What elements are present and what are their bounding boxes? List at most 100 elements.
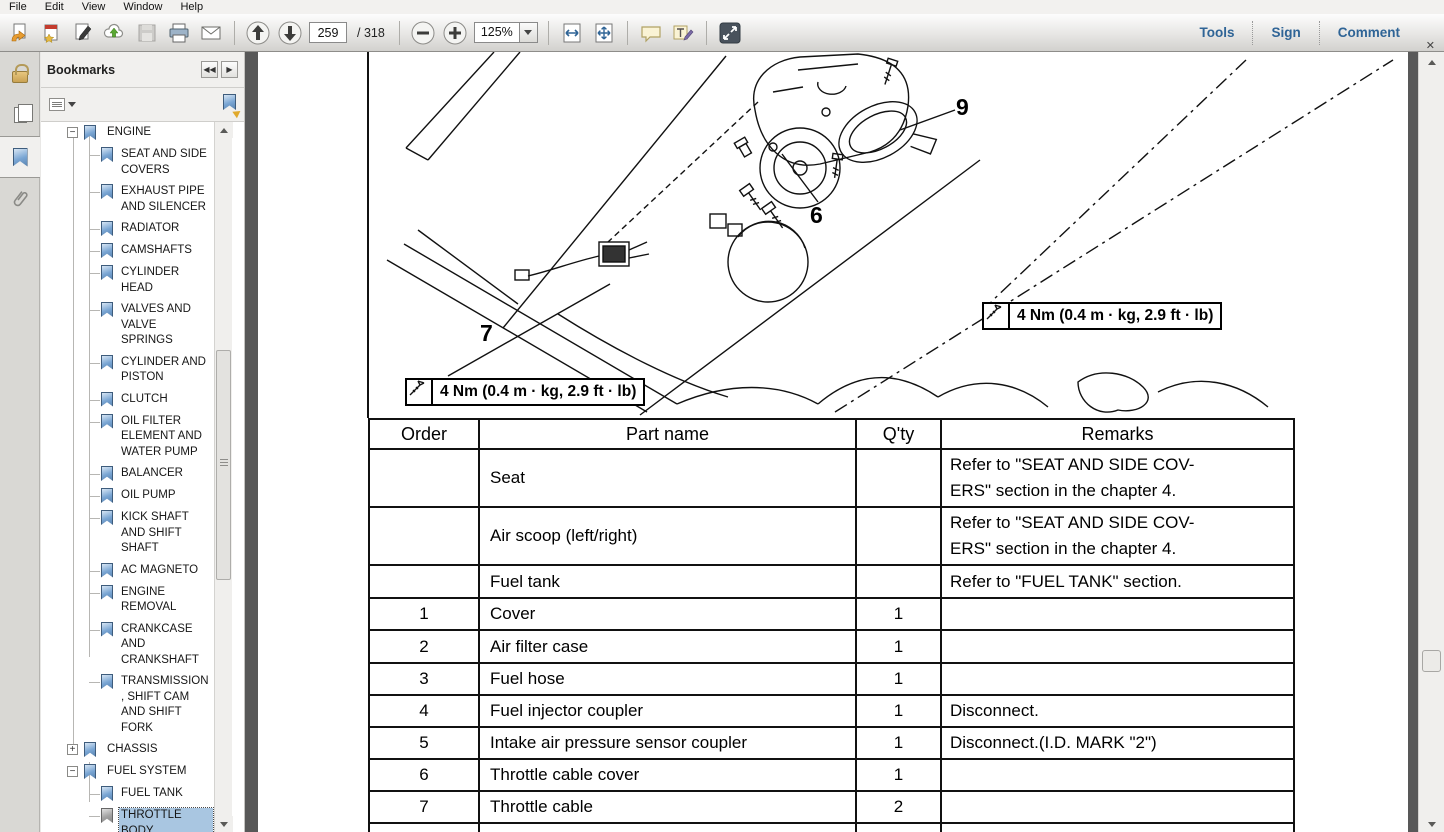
create-pdf-icon[interactable] (38, 20, 64, 46)
bookmarks-tree: ENGINE SEAT AND SIDE COVERS EXHAUST PIPE… (41, 122, 245, 832)
bookmark-icon (101, 510, 113, 525)
table-row: 1 Cover 1 (369, 598, 1294, 630)
bookmarks-panel-title: Bookmarks (47, 63, 115, 77)
bookmark-icon (84, 764, 96, 779)
table-row: 7 Throttle cable 2 (369, 791, 1294, 823)
bookmark-item[interactable]: VALVES AND VALVE SPRINGS (41, 302, 213, 349)
bookmark-icon (84, 125, 96, 140)
menu-help[interactable]: Help (171, 1, 212, 13)
panel-scrollbar[interactable] (214, 122, 232, 832)
close-icon[interactable]: ✕ (1426, 41, 1435, 51)
bookmark-item[interactable]: BALANCER (41, 466, 213, 482)
bookmark-icon (101, 147, 113, 162)
previous-page-icon[interactable] (245, 20, 271, 46)
scroll-down-icon[interactable] (215, 816, 233, 832)
bookmark-icon (101, 563, 113, 578)
bookmark-icon (101, 466, 113, 481)
bookmark-item[interactable]: EXHAUST PIPE AND SILENCER (41, 184, 213, 215)
scroll-up-icon[interactable] (1419, 54, 1444, 70)
fit-page-icon[interactable] (591, 20, 617, 46)
upload-cloud-icon[interactable] (102, 20, 128, 46)
print-icon[interactable] (166, 20, 192, 46)
bookmark-item-fuel-system[interactable]: FUEL SYSTEM (41, 764, 213, 780)
fullscreen-icon[interactable] (717, 20, 743, 46)
attachments-icon[interactable] (0, 178, 40, 220)
page-thumbnails-icon[interactable] (0, 94, 40, 136)
lock-icon[interactable] (0, 52, 40, 94)
zoom-level-value[interactable]: 125% (474, 22, 520, 43)
bookmarks-tab-icon[interactable] (0, 136, 40, 178)
bookmark-item[interactable]: CAMSHAFTS (41, 243, 213, 259)
bookmark-item[interactable]: CYLINDER AND PISTON (41, 355, 213, 386)
bookmark-item-fuel-tank[interactable]: FUEL TANK (41, 786, 213, 802)
bookmark-item[interactable]: OIL FILTER ELEMENT AND WATER PUMP (41, 414, 213, 461)
table-row: Seat Refer to "SEAT AND SIDE COV-ERS" se… (369, 449, 1294, 507)
save-icon[interactable] (134, 20, 160, 46)
exploded-view-diagram: 9 6 7 4 Nm (0.4 m · kg, 2.9 ft · lb) 4 N… (258, 52, 1408, 418)
bookmark-item[interactable]: CRANKCASE AND CRANKSHAFT (41, 622, 213, 669)
goto-current-bookmark-icon[interactable] (223, 94, 236, 115)
sign-page-icon[interactable] (70, 20, 96, 46)
bookmark-icon (101, 674, 113, 689)
collapse-expander-icon[interactable] (67, 127, 78, 138)
canvas-edge (1408, 52, 1418, 832)
table-row: 6 Throttle cable cover 1 (369, 759, 1294, 791)
bookmark-icon (101, 414, 113, 429)
table-row: 2 Air filter case 1 (369, 630, 1294, 663)
diagram-line-art (258, 52, 1408, 418)
bookmark-item[interactable]: TRANSMISSION , SHIFT CAM AND SHIFT FORK (41, 674, 213, 736)
bookmark-item[interactable]: AC MAGNETO (41, 563, 213, 579)
wrench-icon (407, 380, 433, 404)
bookmark-item-engine[interactable]: ENGINE (41, 125, 213, 141)
zoom-out-icon[interactable] (410, 20, 436, 46)
bookmark-item[interactable]: CLUTCH (41, 392, 213, 408)
comment-link[interactable]: Comment (1320, 25, 1418, 40)
bookmark-item-throttle-body[interactable]: THROTTLE BODY (41, 808, 213, 832)
bookmark-icon (101, 221, 113, 236)
table-row: 3 Fuel hose 1 (369, 663, 1294, 695)
column-header-remarks: Remarks (941, 419, 1294, 449)
bookmark-item[interactable]: ENGINE REMOVAL (41, 585, 213, 616)
comment-bubble-icon[interactable] (638, 20, 664, 46)
page-number-input[interactable] (309, 22, 347, 43)
bookmark-item[interactable]: KICK SHAFT AND SHIFT SHAFT (41, 510, 213, 557)
bookmark-icon (101, 392, 113, 407)
bookmark-item[interactable]: CYLINDER HEAD (41, 265, 213, 296)
menu-file[interactable]: File (0, 1, 36, 13)
bookmark-icon (101, 355, 113, 370)
bookmark-item[interactable]: SEAT AND SIDE COVERS (41, 147, 213, 178)
column-header-qty: Q'ty (856, 419, 941, 449)
document-scrollbar-thumb[interactable] (1422, 650, 1441, 672)
zoom-dropdown-icon[interactable] (520, 22, 538, 43)
torque-spec-box: 4 Nm (0.4 m · kg, 2.9 ft · lb) (405, 378, 645, 406)
zoom-in-icon[interactable] (442, 20, 468, 46)
email-icon[interactable] (198, 20, 224, 46)
callout-6: 6 (810, 202, 823, 229)
table-header-row: Order Part name Q'ty Remarks (369, 419, 1294, 449)
tools-link[interactable]: Tools (1181, 25, 1252, 40)
main-toolbar: / 318 125% (0, 14, 1444, 52)
adobe-reader-window: File Edit View Window Help (0, 0, 1444, 832)
menu-window[interactable]: Window (114, 1, 171, 13)
collapse-expander-icon[interactable] (67, 766, 78, 777)
bookmark-icon (101, 622, 113, 637)
document-scrollbar[interactable] (1418, 52, 1444, 832)
panel-scrollbar-thumb[interactable] (216, 350, 231, 580)
next-page-icon[interactable] (277, 20, 303, 46)
collapse-panel-icon[interactable]: ◀◀ (201, 61, 218, 78)
bookmark-options-menu-icon[interactable] (49, 98, 76, 111)
expand-expander-icon[interactable] (67, 744, 78, 755)
menu-view[interactable]: View (73, 1, 115, 13)
fit-width-icon[interactable] (559, 20, 585, 46)
bookmark-icon (101, 786, 113, 801)
bookmark-item[interactable]: RADIATOR (41, 221, 213, 237)
text-annotation-icon[interactable] (670, 20, 696, 46)
scroll-up-icon[interactable] (215, 122, 233, 138)
menu-edit[interactable]: Edit (36, 1, 73, 13)
expand-panel-icon[interactable]: ▶ (221, 61, 238, 78)
sign-link[interactable]: Sign (1253, 25, 1318, 40)
scroll-down-icon[interactable] (1419, 816, 1444, 832)
bookmark-item-chassis[interactable]: CHASSIS (41, 742, 213, 758)
bookmark-item[interactable]: OIL PUMP (41, 488, 213, 504)
open-icon[interactable] (6, 20, 32, 46)
